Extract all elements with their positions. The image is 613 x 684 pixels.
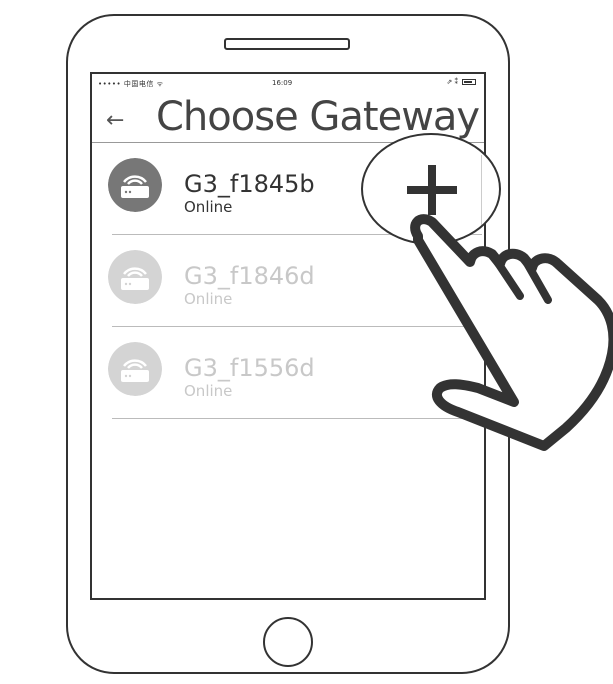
back-arrow-icon[interactable]: ← xyxy=(106,110,124,132)
add-gateway-button[interactable] xyxy=(361,133,501,245)
status-time: 16:09 xyxy=(272,79,293,87)
router-icon xyxy=(108,342,162,396)
gateway-name: G3_f1556d xyxy=(184,354,315,382)
home-button[interactable] xyxy=(263,617,313,667)
gateway-status: Online xyxy=(184,382,233,400)
status-bar: ••••• 中国电信 ᯤ 16:09 ⇗ ⁑ xyxy=(92,74,484,92)
gateway-item[interactable]: G3_f1556d Online xyxy=(92,328,484,420)
plus-icon xyxy=(407,165,457,215)
list-divider xyxy=(112,326,482,327)
gateway-status: Online xyxy=(184,198,233,216)
battery-icon xyxy=(462,79,476,85)
gateway-status: Online xyxy=(184,290,233,308)
gateway-name: G3_f1846d xyxy=(184,262,315,290)
phone-speaker xyxy=(224,38,350,50)
router-icon xyxy=(108,158,162,212)
gateway-name: G3_f1845b xyxy=(184,170,315,198)
gateway-item[interactable]: G3_f1846d Online xyxy=(92,236,484,328)
status-indicators: ⇗ ⁑ xyxy=(446,78,476,86)
status-icons: ⇗ ⁑ xyxy=(446,78,458,86)
router-icon xyxy=(108,250,162,304)
status-carrier: ••••• 中国电信 ᯤ xyxy=(98,80,164,88)
list-divider xyxy=(112,418,482,419)
